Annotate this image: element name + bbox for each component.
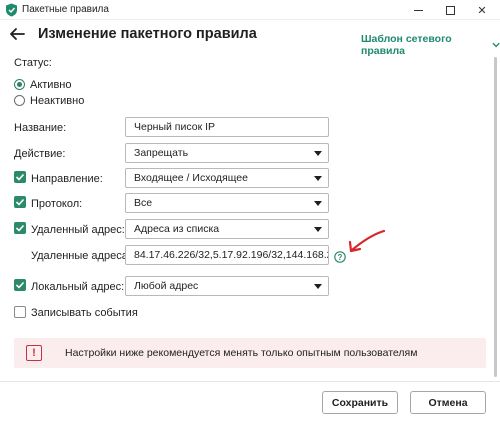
chevron-down-icon (314, 201, 322, 206)
radio-inactive-label: Неактивно (30, 95, 85, 107)
action-select-value: Запрещать (134, 147, 189, 159)
chevron-down-icon (314, 176, 322, 181)
name-input[interactable]: Черный писок IP (125, 117, 329, 137)
radio-active[interactable] (14, 79, 25, 90)
window-title: Пакетные правила (22, 4, 109, 15)
log-events-checkbox[interactable] (14, 306, 26, 318)
save-button[interactable]: Сохранить (322, 391, 398, 414)
warning-banner: ! Настройки ниже рекомендуется менять то… (14, 338, 486, 368)
warning-text: Настройки ниже рекомендуется менять толь… (65, 347, 418, 359)
protocol-select[interactable]: Все (125, 193, 329, 213)
footer-divider (0, 381, 500, 382)
minimize-button[interactable] (404, 0, 432, 20)
chevron-down-icon (314, 227, 322, 232)
chevron-down-icon (314, 284, 322, 289)
chevron-down-icon (314, 151, 322, 156)
radio-inactive[interactable] (14, 95, 25, 106)
local-address-select[interactable]: Любой адрес (125, 276, 329, 296)
checkmark-icon (15, 281, 25, 289)
cancel-button[interactable]: Отмена (410, 391, 486, 414)
annotation-arrow-icon (348, 229, 386, 253)
checkmark-icon (15, 224, 25, 232)
remote-addresses-label: Удаленные адреса: (31, 250, 131, 262)
checkmark-icon (15, 198, 25, 206)
protocol-checkbox[interactable] (14, 196, 26, 208)
remote-addresses-input[interactable]: 84.17.46.226/32,5.17.92.196/32,144.168.2… (125, 245, 329, 265)
remote-address-select[interactable]: Адреса из списка (125, 219, 329, 239)
help-icon[interactable]: ? (334, 251, 346, 263)
radio-active-label: Активно (30, 79, 72, 91)
kaspersky-shield-icon (6, 3, 17, 17)
template-link[interactable]: Шаблон сетевого правила (361, 33, 500, 57)
svg-text:?: ? (338, 253, 343, 262)
scrollbar[interactable] (494, 57, 497, 377)
local-address-select-value: Любой адрес (134, 280, 199, 292)
back-arrow-icon[interactable] (8, 25, 26, 43)
protocol-label: Протокол: (31, 198, 83, 210)
protocol-select-value: Все (134, 197, 153, 209)
direction-select[interactable]: Входящее / Исходящее (125, 168, 329, 188)
checkmark-icon (15, 173, 25, 181)
status-label: Статус: (14, 57, 52, 69)
action-select[interactable]: Запрещать (125, 143, 329, 163)
direction-select-value: Входящее / Исходящее (134, 172, 248, 184)
action-label: Действие: (14, 148, 66, 160)
maximize-button[interactable] (436, 0, 464, 20)
remote-address-select-value: Адреса из списка (134, 223, 220, 235)
minimize-icon (413, 9, 423, 11)
close-button[interactable]: ✕ (468, 0, 496, 20)
log-events-label: Записывать события (31, 307, 138, 319)
name-label: Название: (14, 122, 67, 134)
local-address-checkbox[interactable] (14, 279, 26, 291)
page-title: Изменение пакетного правила (38, 26, 257, 42)
maximize-icon (445, 5, 455, 15)
close-icon: ✕ (477, 4, 487, 17)
direction-label: Направление: (31, 173, 103, 185)
local-address-label: Локальный адрес: (31, 281, 125, 293)
chevron-down-icon (492, 42, 500, 48)
remote-address-label: Удаленный адрес: (31, 224, 125, 236)
window-titlebar: Пакетные правила ✕ (0, 0, 500, 20)
warning-icon: ! (26, 345, 42, 361)
template-link-label: Шаблон сетевого правила (361, 33, 452, 57)
direction-checkbox[interactable] (14, 171, 26, 183)
remote-address-checkbox[interactable] (14, 222, 26, 234)
